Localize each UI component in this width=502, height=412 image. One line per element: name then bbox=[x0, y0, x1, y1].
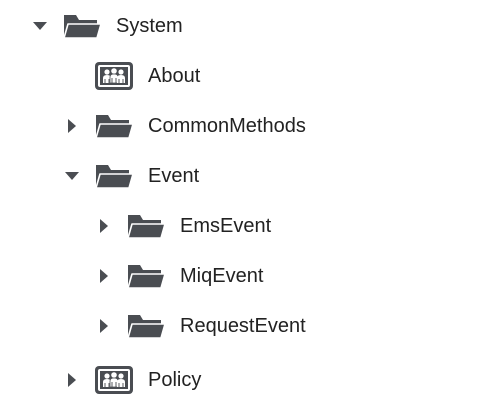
folder-open-icon bbox=[94, 111, 134, 141]
chevron-down-icon[interactable] bbox=[32, 18, 48, 34]
tree-node-request-event[interactable]: RequestEvent bbox=[96, 306, 416, 346]
chevron-down-icon[interactable] bbox=[64, 168, 80, 184]
chevron-right-icon[interactable] bbox=[96, 318, 112, 334]
tree-node-policy[interactable]: Policy bbox=[64, 360, 364, 400]
tree-node-ems-event[interactable]: EmsEvent bbox=[96, 206, 396, 246]
tree-node-label[interactable]: CommonMethods bbox=[148, 114, 306, 138]
tree-node-miq-event[interactable]: MiqEvent bbox=[96, 256, 396, 296]
tree-node-common-methods[interactable]: CommonMethods bbox=[64, 106, 404, 146]
tree-node-label[interactable]: Event bbox=[148, 164, 199, 188]
tree-node-label[interactable]: MiqEvent bbox=[180, 264, 263, 288]
tree-node-label[interactable]: EmsEvent bbox=[180, 214, 271, 238]
chevron-right-icon[interactable] bbox=[96, 268, 112, 284]
tree-node-about[interactable]: About bbox=[64, 56, 364, 96]
tree-node-label[interactable]: Policy bbox=[148, 368, 201, 392]
tree-view: System About CommonMethods Event EmsEven… bbox=[0, 0, 502, 412]
chevron-right-icon[interactable] bbox=[64, 372, 80, 388]
chevron-right-icon[interactable] bbox=[96, 218, 112, 234]
folder-open-icon bbox=[126, 261, 166, 291]
folder-open-icon bbox=[126, 211, 166, 241]
chevron-right-icon[interactable] bbox=[64, 118, 80, 134]
tree-node-label[interactable]: About bbox=[148, 64, 200, 88]
tree-node-system[interactable]: System bbox=[32, 6, 332, 46]
folder-open-icon bbox=[62, 11, 102, 41]
class-instance-icon bbox=[94, 61, 134, 91]
class-instance-icon bbox=[94, 365, 134, 395]
tree-node-label[interactable]: RequestEvent bbox=[180, 314, 306, 338]
folder-open-icon bbox=[94, 161, 134, 191]
folder-open-icon bbox=[126, 311, 166, 341]
tree-node-event[interactable]: Event bbox=[64, 156, 364, 196]
tree-node-label[interactable]: System bbox=[116, 14, 183, 38]
